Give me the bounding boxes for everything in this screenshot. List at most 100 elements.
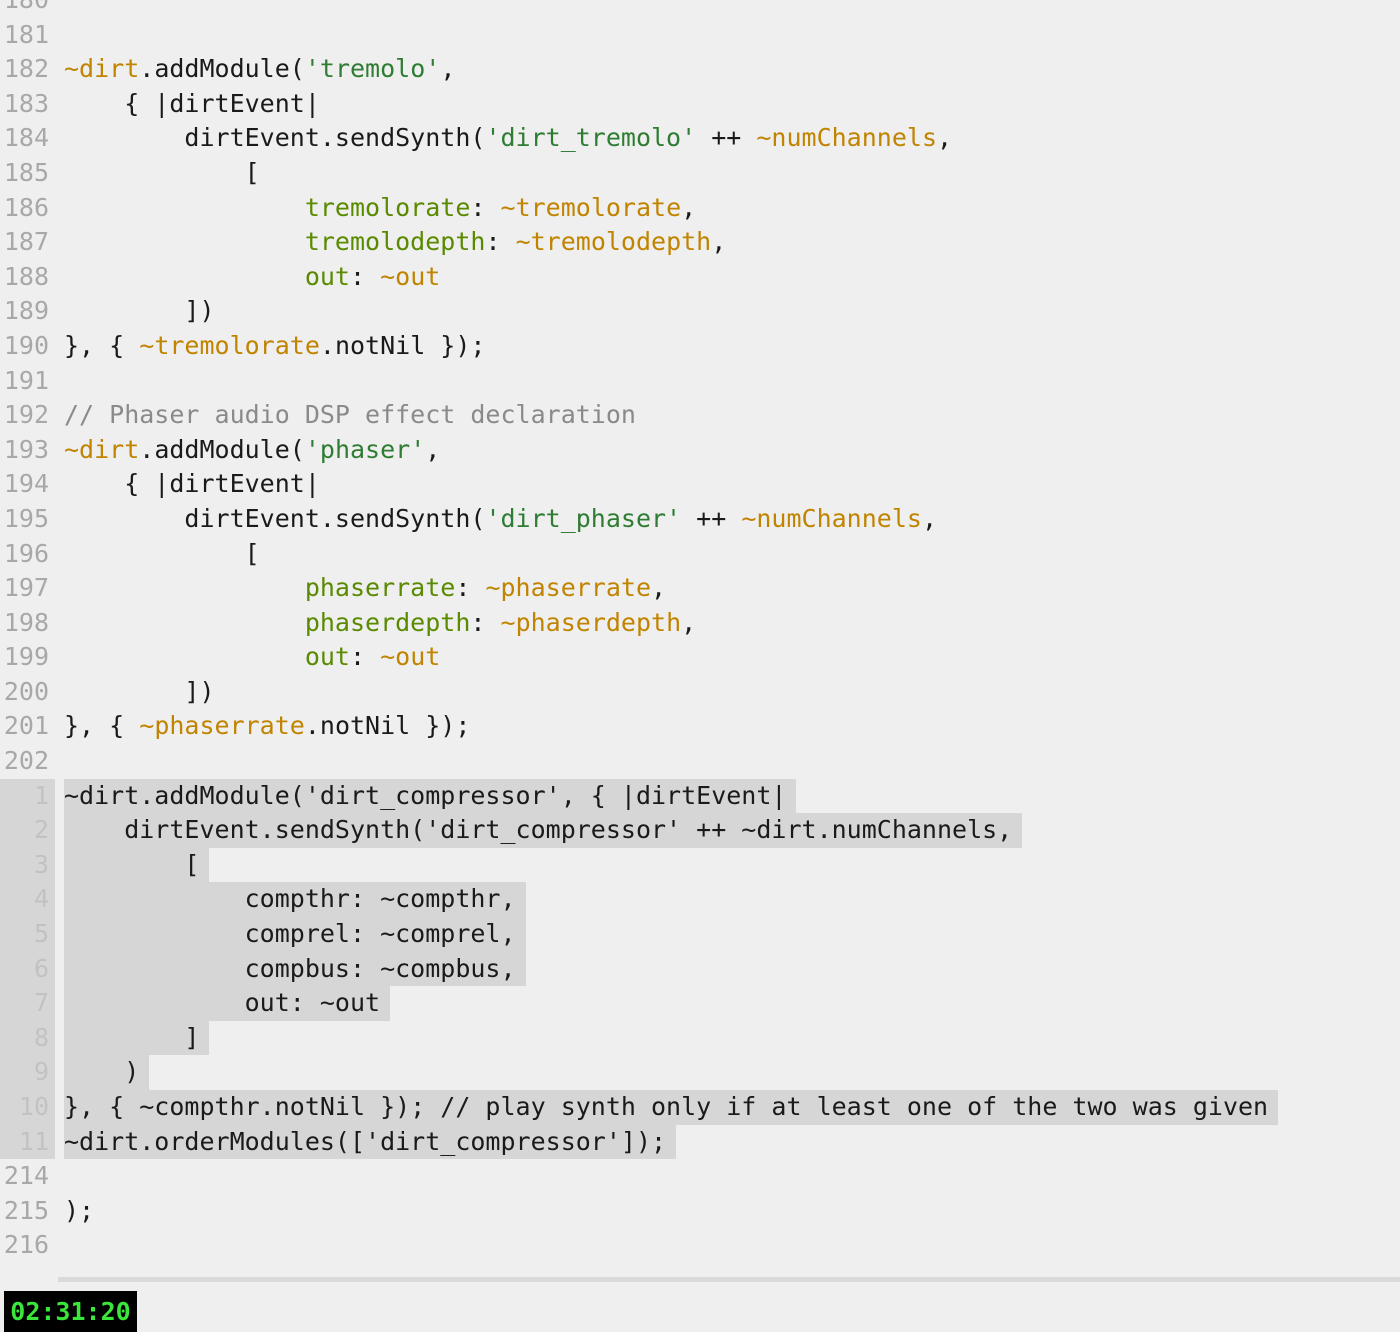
code-token: dirtEvent.sendSynth(: [64, 123, 486, 153]
code-token: ~tremolorate: [500, 192, 682, 222]
code-token: ~phaserrate: [485, 573, 652, 603]
line-code: { |dirtEvent|: [64, 467, 320, 502]
line-number: 214: [3, 1161, 49, 1191]
line-number: 11: [0, 1124, 55, 1160]
code-line[interactable]: 183 { |dirtEvent|: [0, 87, 1400, 122]
line-number: 7: [0, 986, 55, 1021]
code-token: :: [470, 192, 501, 222]
line-number: 195: [3, 503, 49, 533]
code-line-selected[interactable]: 1 ~dirt.addModule('dirt_compressor', { |d…: [0, 778, 1400, 814]
code-line[interactable]: 186 tremolorate: ~tremolorate,: [0, 191, 1400, 226]
code-token: ~out: [380, 261, 441, 291]
code-line-selected[interactable]: 3 [: [0, 847, 1400, 883]
line-number: 189: [3, 296, 49, 326]
code-token: }, {: [64, 711, 140, 741]
code-line[interactable]: 197 phaserrate: ~phaserrate,: [0, 571, 1400, 606]
line-number: 185: [3, 157, 49, 187]
code-line[interactable]: 180: [0, 0, 1400, 18]
code-line[interactable]: 185 [: [0, 156, 1400, 191]
code-token: .notNil });: [304, 711, 471, 741]
line-number: 9: [0, 1055, 55, 1090]
code-line[interactable]: 182 ~dirt.addModule('tremolo',: [0, 52, 1400, 87]
code-token: dirtEvent.sendSynth('dirt_compressor' ++…: [64, 815, 1013, 845]
code-line-selected[interactable]: 8 ]: [0, 1020, 1400, 1056]
code-token: [: [64, 538, 260, 568]
code-token: [: [64, 849, 200, 879]
line-code: }, { ~compthr.notNil }); // play synth o…: [64, 1090, 1279, 1125]
code-line[interactable]: 214: [0, 1159, 1400, 1194]
code-line[interactable]: 192 // Phaser audio DSP effect declaratio…: [0, 398, 1400, 433]
code-token: 'dirt_phaser': [485, 503, 682, 533]
editor-bottom-divider: [58, 1277, 1400, 1282]
line-code: ]: [64, 1020, 210, 1056]
line-number: 5: [0, 917, 55, 952]
code-line[interactable]: 216: [0, 1228, 1400, 1263]
line-code: [: [64, 537, 260, 572]
code-line-selected[interactable]: 6 compbus: ~compbus,: [0, 951, 1400, 987]
code-line[interactable]: 184 dirtEvent.sendSynth('dirt_tremolo' +…: [0, 121, 1400, 156]
line-number: 194: [3, 469, 49, 499]
code-line[interactable]: 201}, { ~phaserrate.notNil });: [0, 709, 1400, 744]
code-token: 'phaser': [304, 434, 426, 464]
code-line[interactable]: 193 ~dirt.addModule('phaser',: [0, 433, 1400, 468]
code-line-selected[interactable]: 5 comprel: ~comprel,: [0, 917, 1400, 952]
line-code: dirtEvent.sendSynth('dirt_phaser' ++ ~nu…: [64, 502, 937, 537]
code-token: // Phaser audio DSP effect declaration: [64, 400, 636, 430]
line-number: 201: [3, 711, 49, 741]
code-line[interactable]: 198 phaserdepth: ~phaserdepth,: [0, 606, 1400, 641]
code-token: ]): [64, 676, 215, 706]
code-line[interactable]: 190}, { ~tremolorate.notNil });: [0, 329, 1400, 364]
code-token: :: [349, 261, 381, 291]
code-token: ~dirt: [64, 54, 140, 84]
line-number: 192: [3, 400, 49, 430]
line-code: phaserrate: ~phaserrate,: [64, 571, 666, 606]
code-line-selected[interactable]: 7 out: ~out: [0, 986, 1400, 1021]
code-line[interactable]: 189 ]): [0, 294, 1400, 329]
code-token: ++: [696, 123, 757, 153]
line-number: 1: [0, 778, 55, 814]
line-code: tremolorate: ~tremolorate,: [64, 191, 696, 226]
code-line-selected[interactable]: 11 ~dirt.orderModules(['dirt_compressor']…: [0, 1124, 1400, 1160]
line-code: compthr: ~compthr,: [64, 882, 526, 918]
line-code: dirtEvent.sendSynth('dirt_compressor' ++…: [64, 813, 1023, 848]
code-line[interactable]: 191: [0, 364, 1400, 399]
code-token: compbus: ~compbus,: [64, 953, 516, 983]
code-line[interactable]: 199 out: ~out: [0, 640, 1400, 675]
code-line-selected[interactable]: 4 compthr: ~compthr,: [0, 882, 1400, 918]
code-line-selected[interactable]: 9 ): [0, 1055, 1400, 1090]
code-line[interactable]: 194 { |dirtEvent|: [0, 467, 1400, 502]
code-token: ,: [921, 503, 938, 533]
code-line[interactable]: 188 out: ~out: [0, 260, 1400, 295]
code-token: ,: [425, 434, 441, 464]
code-line[interactable]: 215);: [0, 1194, 1400, 1229]
code-token: .addModule(: [139, 54, 305, 84]
code-token: ,: [681, 607, 697, 637]
session-timer: 02:31:20: [4, 1291, 137, 1332]
line-number: 216: [3, 1230, 49, 1260]
line-code: comprel: ~comprel,: [64, 917, 526, 952]
code-line[interactable]: 200 ]): [0, 675, 1400, 710]
code-line-selected[interactable]: 10}, { ~compthr.notNil }); // play synth…: [0, 1090, 1400, 1125]
code-editor[interactable]: 180181182~dirt.addModule('tremolo',183 {…: [0, 0, 1400, 1263]
line-number: 186: [3, 192, 49, 222]
code-token: comprel: ~comprel,: [64, 919, 516, 949]
code-line[interactable]: 196 [: [0, 537, 1400, 572]
code-line[interactable]: 195 dirtEvent.sendSynth('dirt_phaser' ++…: [0, 502, 1400, 537]
code-token: ,: [651, 573, 667, 603]
code-token: ]): [64, 296, 215, 326]
line-number: 6: [0, 951, 55, 987]
code-token: }, {: [64, 330, 140, 360]
code-line-selected[interactable]: 2 dirtEvent.sendSynth('dirt_compressor' …: [0, 813, 1400, 848]
line-code: compbus: ~compbus,: [64, 951, 526, 987]
code-token: );: [64, 1195, 95, 1225]
code-line[interactable]: 187 tremolodepth: ~tremolodepth,: [0, 225, 1400, 260]
line-number: 180: [0, 0, 55, 18]
code-line[interactable]: 202: [0, 744, 1400, 779]
code-line[interactable]: 181: [0, 18, 1400, 53]
line-number: 193: [3, 434, 49, 464]
line-number: 182: [3, 54, 49, 84]
line-code: );: [64, 1194, 94, 1229]
